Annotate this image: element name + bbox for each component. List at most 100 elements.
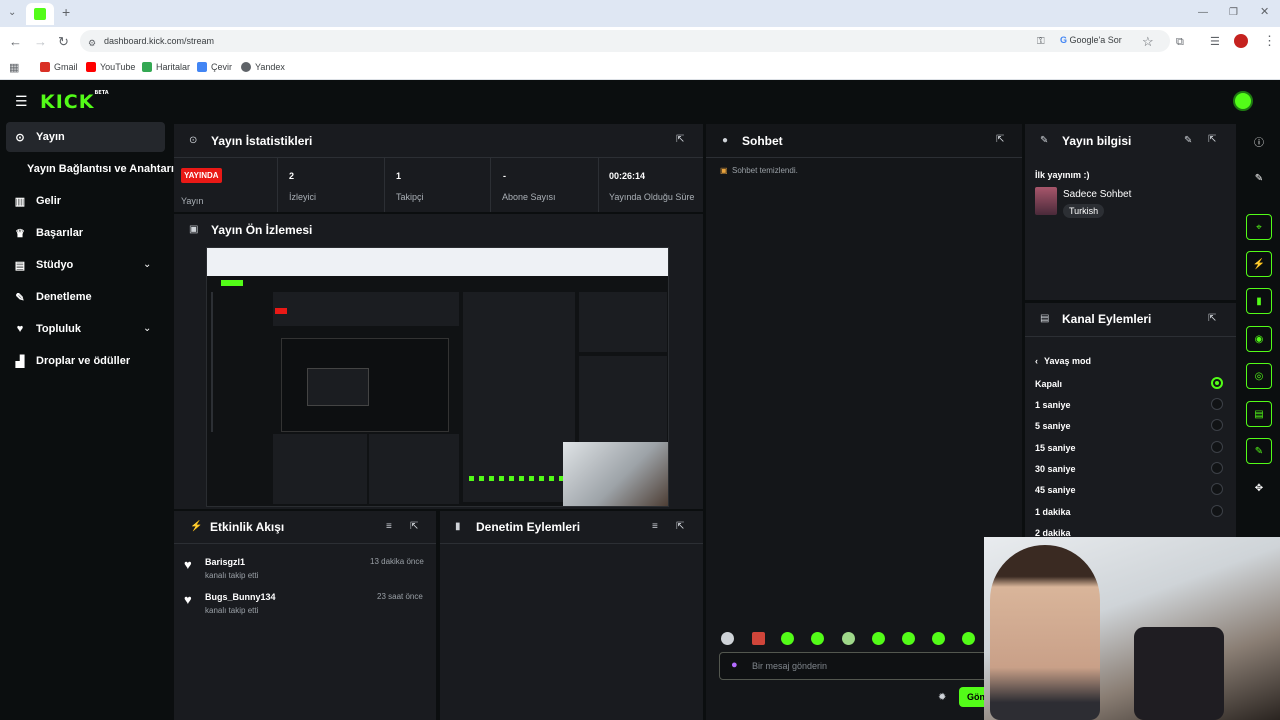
radio-icon[interactable] <box>1211 419 1223 431</box>
reload-icon[interactable]: ↻ <box>58 35 69 49</box>
extensions-icon[interactable]: ⧉ <box>1176 35 1184 49</box>
popout-icon[interactable]: ⇱ <box>410 521 418 532</box>
password-key-icon[interactable]: ⚿ <box>1037 35 1045 49</box>
webcam-overlay <box>984 537 1280 720</box>
popout-icon[interactable]: ⇱ <box>996 134 1004 145</box>
chat-system-message: Sohbet temizlendi. <box>732 166 798 175</box>
emote-icon[interactable] <box>842 632 855 645</box>
sidebar-item-droplar[interactable]: ▟ Droplar ve ödüller <box>14 353 130 369</box>
bookmark-gmail[interactable]: Gmail <box>40 61 78 73</box>
popout-icon[interactable]: ⇱ <box>676 521 684 532</box>
slow-mode-option[interactable]: 15 saniye <box>1035 443 1076 453</box>
event-time: 23 saat önce <box>377 592 423 601</box>
broadcast-icon: ⊙ <box>15 131 25 144</box>
sidebar-item-studyo[interactable]: ▤ Stüdyo <box>14 257 73 273</box>
emote-icon[interactable] <box>752 632 765 645</box>
close-window-icon[interactable]: ✕ <box>1260 5 1269 19</box>
emote-icon[interactable] <box>781 632 794 645</box>
slow-mode-option[interactable]: 1 saniye <box>1035 400 1071 410</box>
sidebar-item-topluluk[interactable]: ♥ Topluluk <box>14 321 81 337</box>
radio-icon[interactable] <box>1211 462 1223 474</box>
microphone-icon[interactable]: ● <box>731 659 738 671</box>
bookmark-translate[interactable]: Çevir <box>197 61 232 73</box>
back-icon[interactable]: ← <box>9 35 22 49</box>
bookmark-maps[interactable]: Haritalar <box>142 61 190 73</box>
radio-selected-icon[interactable] <box>1211 377 1223 389</box>
apps-grid-icon[interactable]: ▦ <box>9 61 19 75</box>
url-text[interactable]: dashboard.kick.com/stream <box>104 36 214 46</box>
stream-preview-video[interactable] <box>206 247 669 507</box>
browser-menu-icon[interactable]: ⋮ <box>1263 34 1276 48</box>
chevron-down-icon[interactable]: ⌄ <box>143 259 151 270</box>
live-label: Yayın <box>181 196 204 206</box>
category-name[interactable]: Sadece Sohbet <box>1063 189 1131 200</box>
emote-icon[interactable] <box>932 632 945 645</box>
popout-icon[interactable]: ⇱ <box>676 134 684 145</box>
subscriber-count: - <box>503 171 506 181</box>
wrench-icon: ✎ <box>15 291 25 304</box>
user-avatar[interactable] <box>1233 91 1253 111</box>
menu-list-icon[interactable]: ☰ <box>1210 35 1220 49</box>
radio-icon[interactable] <box>1211 483 1223 495</box>
layout-icon[interactable]: ▤ <box>1246 401 1272 427</box>
kick-logo[interactable]: KICKBETA <box>40 90 109 113</box>
follower-count: 1 <box>396 171 402 181</box>
slow-mode-option[interactable]: 45 saniye <box>1035 485 1076 495</box>
popout-icon[interactable]: ⇱ <box>1208 134 1216 145</box>
site-info-icon[interactable]: ⚙ <box>88 36 96 50</box>
bookmarks-bar: ▦ <box>0 56 1280 80</box>
event-user[interactable]: Barisgzl1 <box>205 557 245 567</box>
capture-icon[interactable]: ⌖ <box>1246 214 1272 240</box>
new-tab-icon[interactable]: + <box>62 5 70 19</box>
filter-icon[interactable]: ≡ <box>652 521 658 532</box>
preview-emotes <box>469 476 565 481</box>
sidebar-item-yayin[interactable]: ⊙ Yayın <box>14 129 64 145</box>
slow-mode-back[interactable]: ‹ Yavaş mod <box>1035 356 1091 366</box>
browser-tab[interactable] <box>26 3 54 25</box>
clipboard-icon[interactable]: ▮ <box>1246 288 1272 314</box>
emote-icon[interactable] <box>902 632 915 645</box>
puzzle-icon[interactable]: ✥ <box>1246 475 1272 501</box>
emote-icon[interactable] <box>962 632 975 645</box>
chat-settings-icon[interactable]: ✹ <box>938 692 946 703</box>
minimize-icon[interactable]: — <box>1198 6 1208 20</box>
radio-icon[interactable] <box>1211 441 1223 453</box>
bookmark-youtube[interactable]: YouTube <box>86 61 135 73</box>
broadcast-icon[interactable]: ◎ <box>1246 363 1272 389</box>
trophy-icon: ♛ <box>15 227 25 240</box>
hamburger-menu-icon[interactable]: ☰ <box>15 93 28 110</box>
preview-actions <box>579 356 667 442</box>
sidebar-item-denetleme[interactable]: ✎ Denetleme <box>14 289 91 305</box>
radio-icon[interactable] <box>1211 505 1223 517</box>
emote-icon[interactable] <box>872 632 885 645</box>
info-icon[interactable]: ⓘ <box>1246 128 1272 154</box>
emote-icon[interactable] <box>811 632 824 645</box>
forward-icon[interactable]: → <box>34 35 47 49</box>
filter-icon[interactable]: ≡ <box>386 521 392 532</box>
slow-mode-option[interactable]: 1 dakika <box>1035 507 1071 517</box>
pencil-icon[interactable]: ✎ <box>1246 165 1272 191</box>
profile-avatar[interactable] <box>1234 34 1248 48</box>
tab-list-chevron-icon[interactable]: ⌄ <box>8 6 16 20</box>
youtube-icon <box>86 62 96 72</box>
wrench-icon[interactable]: ✎ <box>1246 438 1272 464</box>
event-user[interactable]: Bugs_Bunny134 <box>205 592 276 602</box>
bookmark-star-icon[interactable]: ☆ <box>1142 35 1154 49</box>
chat-bubble-icon[interactable]: ◉ <box>1246 326 1272 352</box>
google-lens-button[interactable]: G Google'a Sor <box>1060 35 1122 45</box>
edit-pencil-icon[interactable]: ✎ <box>1184 135 1192 146</box>
maximize-icon[interactable]: ❐ <box>1229 6 1238 20</box>
radio-icon[interactable] <box>1211 398 1223 410</box>
url-field[interactable] <box>80 30 1170 52</box>
emote-icon[interactable] <box>721 632 734 645</box>
bolt-icon[interactable]: ⚡ <box>1246 251 1272 277</box>
sidebar-item-stream-key[interactable]: Yayın Bağlantısı ve Anahtarı <box>27 161 174 177</box>
sidebar-item-gelir[interactable]: ▥ Gelir <box>14 193 61 209</box>
popout-icon[interactable]: ⇱ <box>1208 313 1216 324</box>
bookmark-yandex[interactable]: Yandex <box>241 61 285 73</box>
sidebar-item-basarilar[interactable]: ♛ Başarılar <box>14 225 83 241</box>
slow-mode-option[interactable]: 30 saniye <box>1035 464 1076 474</box>
chevron-down-icon[interactable]: ⌄ <box>143 323 151 334</box>
slow-mode-option[interactable]: Kapalı <box>1035 379 1062 389</box>
slow-mode-option[interactable]: 5 saniye <box>1035 421 1071 431</box>
